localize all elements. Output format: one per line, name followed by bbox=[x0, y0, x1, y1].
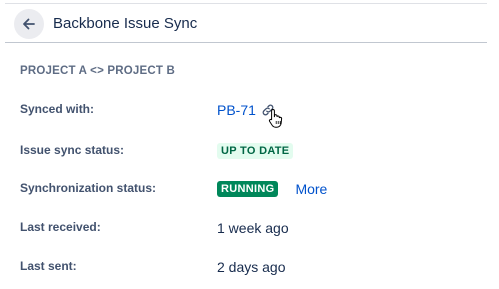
back-button[interactable] bbox=[14, 9, 44, 39]
synced-with-value: PB-71 bbox=[217, 98, 275, 122]
status-badge-running: RUNNING bbox=[217, 181, 279, 197]
more-link[interactable]: More bbox=[295, 181, 327, 197]
status-badge-up-to-date: UP TO DATE bbox=[217, 143, 294, 159]
synchronization-status-label: Synchronization status: bbox=[20, 181, 157, 195]
hand-pointer-cursor-icon bbox=[268, 108, 283, 128]
synchronization-status-value: RUNNING More bbox=[217, 177, 327, 201]
section-title: PROJECT A <> PROJECT B bbox=[20, 65, 176, 77]
issue-sync-panel: Backbone Issue Sync PROJECT A <> PROJECT… bbox=[5, 0, 487, 289]
last-received-label: Last received: bbox=[20, 220, 101, 234]
panel-header: Backbone Issue Sync bbox=[5, 4, 487, 43]
last-received-value: 1 week ago bbox=[217, 216, 289, 240]
issue-sync-status-row: Issue sync status: UP TO DATE bbox=[20, 139, 487, 163]
synced-issue-link[interactable]: PB-71 bbox=[217, 102, 256, 118]
issue-sync-status-value: UP TO DATE bbox=[217, 139, 294, 163]
issue-sync-status-label: Issue sync status: bbox=[20, 143, 125, 157]
synced-with-label: Synced with: bbox=[20, 102, 95, 116]
synced-with-row: Synced with: PB-71 bbox=[20, 98, 487, 128]
last-sent-text: 2 days ago bbox=[217, 259, 286, 275]
last-sent-value: 2 days ago bbox=[217, 255, 286, 279]
last-received-text: 1 week ago bbox=[217, 220, 289, 236]
page-title: Backbone Issue Sync bbox=[53, 15, 198, 32]
last-received-row: Last received: 1 week ago bbox=[20, 216, 487, 240]
last-sent-row: Last sent: 2 days ago bbox=[20, 255, 487, 279]
arrow-left-icon bbox=[23, 18, 35, 30]
last-sent-label: Last sent: bbox=[20, 259, 77, 273]
synchronization-status-row: Synchronization status: RUNNING More bbox=[20, 177, 487, 201]
